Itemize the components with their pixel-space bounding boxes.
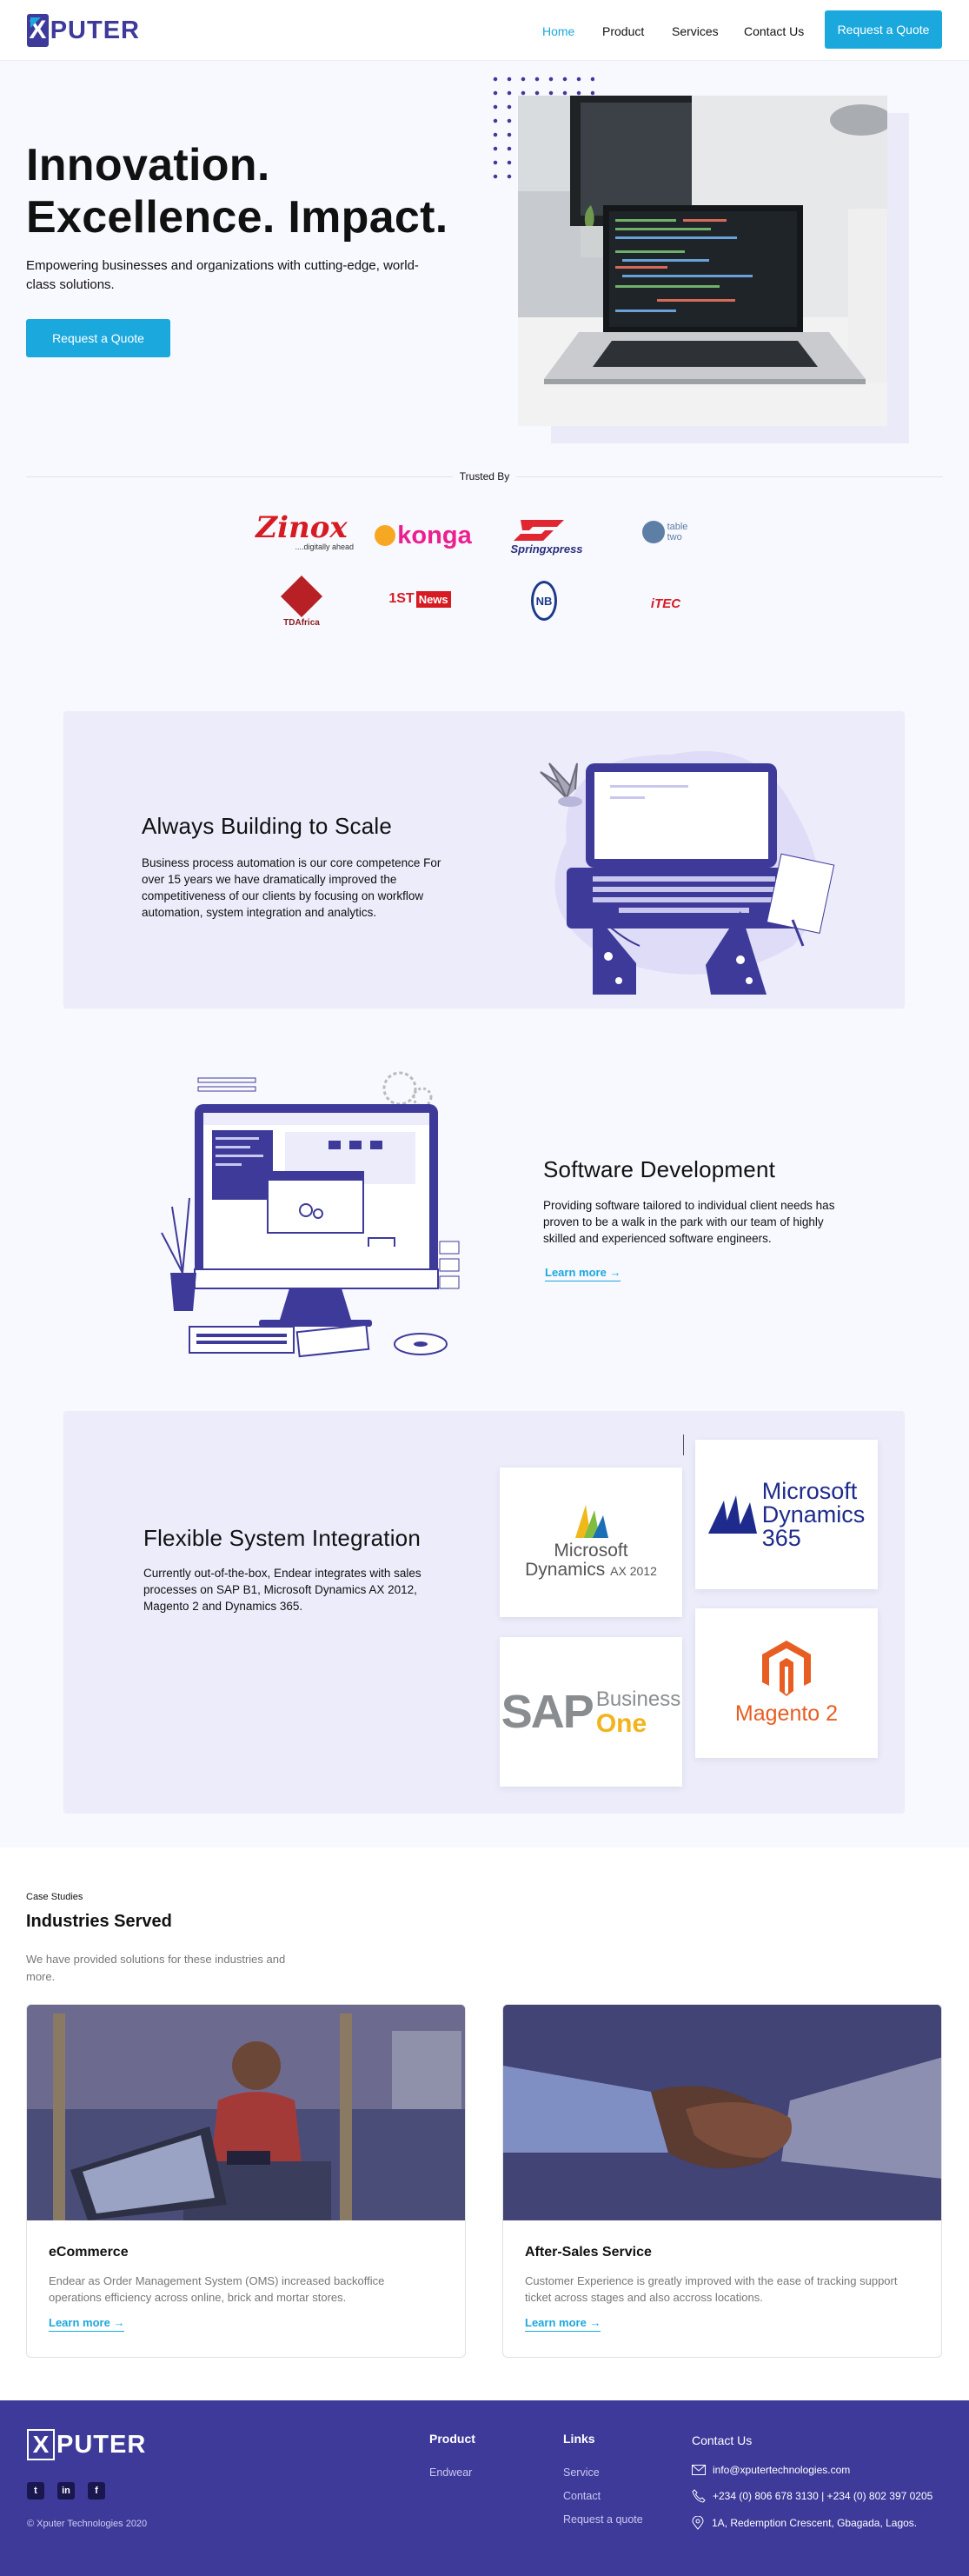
footer-copyright: © Xputer Technologies 2020 [27, 2519, 148, 2529]
footer-product-heading: Product [429, 2432, 475, 2446]
brand-logo-text: PUTER [50, 16, 140, 44]
sap-wordmark: SAP [501, 1686, 594, 1738]
footer-address: 1A, Redemption Crescent, Gbagada, Lagos. [692, 2516, 917, 2530]
phone-icon [692, 2489, 706, 2503]
footer-link-contact[interactable]: Contact [563, 2490, 601, 2502]
client-logo-springxpress: Springxpress [503, 513, 590, 560]
facebook-icon[interactable]: f [88, 2482, 105, 2499]
logo-card-dynamics-365: Microsoft Dynamics 365 [695, 1440, 878, 1589]
springxpress-icon [514, 519, 564, 541]
dynamics-ax-icon [575, 1504, 608, 1538]
location-pin-icon [692, 2516, 704, 2530]
industry-card-title: eCommerce [49, 2245, 129, 2260]
software-title: Software Development [543, 1156, 776, 1182]
footer-email[interactable]: info@xputertechnologies.com [692, 2464, 850, 2476]
dynamics-365-icon [707, 1495, 757, 1534]
handshake-image [503, 2005, 941, 2220]
industry-card-title: After-Sales Service [525, 2245, 652, 2260]
ecommerce-learn-more-link[interactable]: Learn more → [49, 2316, 125, 2332]
hero-request-quote-button[interactable]: Request a Quote [26, 319, 170, 357]
brand-logo[interactable]: X PUTER [27, 12, 140, 49]
tdafrica-icon [280, 575, 323, 617]
software-monitor-illustration [146, 1068, 468, 1360]
footer-links-heading: Links [563, 2432, 595, 2446]
site-header: X PUTER Home Product Services Contact Us… [0, 0, 969, 61]
software-text: Providing software tailored to individua… [543, 1199, 835, 1245]
footer-link-request-quote[interactable]: Request a quote [563, 2513, 643, 2526]
footer-link-service[interactable]: Service [563, 2466, 600, 2479]
nav-home[interactable]: Home [542, 24, 574, 38]
dynamics-ax-product: Dynamics AX 2012 [525, 1559, 657, 1580]
typing-laptop-illustration [532, 737, 845, 998]
linkedin-icon[interactable]: in [57, 2482, 75, 2499]
after-sales-learn-more-link[interactable]: Learn more → [525, 2316, 601, 2332]
footer-logo[interactable]: X PUTER [27, 2429, 146, 2460]
integration-text: Currently out-of-the-box, Endear integra… [143, 1567, 421, 1613]
hero-title-line2: Excellence. Impact. [26, 192, 448, 243]
header-request-quote-button[interactable]: Request a Quote [825, 10, 942, 49]
client-logo-1st-news: 1ST News [388, 584, 451, 614]
client-logo-tdafrica: TDAfrica [271, 575, 332, 628]
footer-logo-text: PUTER [56, 2430, 147, 2459]
cursor-line [683, 1434, 684, 1455]
logo-card-dynamics-ax: Microsoft Dynamics AX 2012 [500, 1468, 682, 1617]
client-logo-zinox: Zinox ....digitally ahead [256, 510, 354, 551]
site-footer: X PUTER t in f © Xputer Technologies 202… [0, 2400, 969, 2576]
hero-subtitle: Empowering businesses and organizations … [26, 258, 419, 292]
trusted-by-label: Trusted By [0, 470, 969, 483]
industry-card-ecommerce[interactable]: eCommerce Endear as Order Management Sys… [26, 2004, 466, 2358]
scale-text: Business process automation is our core … [142, 856, 441, 919]
brand-logo-mark: X [27, 14, 49, 47]
arrow-right-icon: → [113, 2316, 125, 2329]
client-logo-itec: iTEC [650, 596, 681, 611]
client-logo-konga: konga [371, 518, 475, 553]
footer-contact-heading: Contact Us [692, 2433, 753, 2447]
hero-title-line1: Innovation. [26, 140, 270, 190]
industries-subtitle: We have provided solutions for these ind… [26, 1953, 286, 1983]
nav-product[interactable]: Product [602, 24, 644, 38]
logo-card-sap-business-one: SAP Business One [500, 1637, 682, 1787]
hero-title: Innovation. Excellence. Impact. [26, 139, 513, 243]
nav-contact-us[interactable]: Contact Us [744, 24, 804, 38]
mail-icon [692, 2465, 706, 2475]
magento-wordmark: Magento 2 [734, 1701, 839, 1726]
twitter-icon[interactable]: t [27, 2482, 44, 2499]
dynamics-ax-brand: Microsoft [554, 1540, 628, 1561]
industry-card-text: Endear as Order Management System (OMS) … [49, 2274, 385, 2304]
client-logo-nb: NB [531, 581, 557, 621]
ecommerce-image [27, 2005, 465, 2220]
arrow-right-icon: → [589, 2316, 601, 2329]
integration-title: Flexible System Integration [143, 1525, 421, 1551]
magento-icon [762, 1640, 811, 1696]
table-two-icon [641, 521, 665, 543]
client-logo-table-two: table two [632, 513, 698, 551]
industries-title: Industries Served [26, 1912, 172, 1931]
industry-card-after-sales[interactable]: After-Sales Service Customer Experience … [502, 2004, 942, 2358]
logo-card-magento: Magento 2 [695, 1608, 878, 1758]
scale-title: Always Building to Scale [142, 813, 393, 839]
industry-card-text: Customer Experience is greatly improved … [525, 2274, 898, 2304]
footer-link-endwear[interactable]: Endwear [429, 2466, 472, 2479]
nav-services[interactable]: Services [672, 24, 719, 38]
konga-icon [375, 525, 396, 546]
hero-laptop-image [518, 96, 887, 426]
footer-logo-mark: X [27, 2429, 55, 2460]
footer-phone[interactable]: +234 (0) 806 678 3130 | +234 (0) 802 397… [692, 2489, 932, 2503]
industries-eyebrow: Case Studies [26, 1892, 83, 1902]
arrow-right-icon: → [609, 1266, 621, 1279]
software-learn-more-link[interactable]: Learn more → [545, 1266, 621, 1281]
